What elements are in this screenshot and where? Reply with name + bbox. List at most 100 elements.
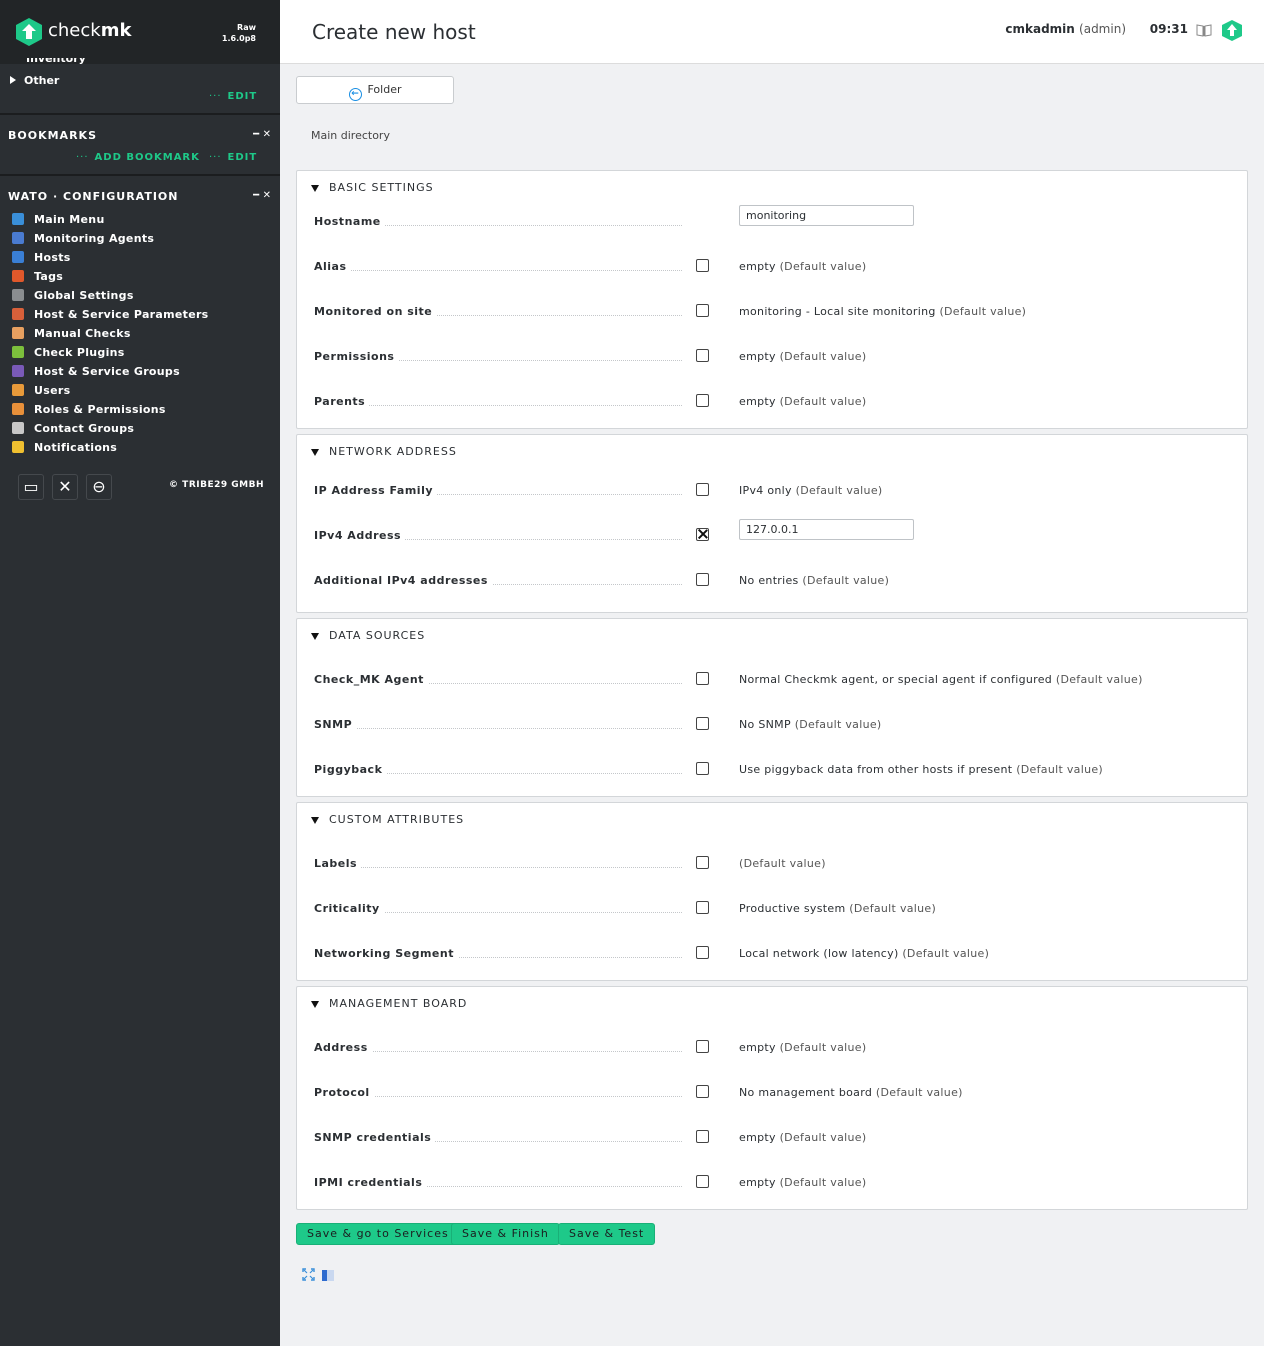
custom-attribute-checkbox[interactable] — [696, 856, 709, 869]
folder-button[interactable]: ← Folder — [296, 76, 454, 104]
wato-item[interactable]: Hosts — [12, 251, 71, 270]
roles-icon — [12, 403, 24, 415]
save-test-button[interactable]: Save & Test — [558, 1223, 656, 1245]
field-value: empty (Default value) — [739, 395, 867, 408]
wato-item[interactable]: Host & Service Groups — [12, 365, 180, 384]
edition-badge: Raw 1.6.0p8 — [222, 22, 256, 44]
datasource-checkbox[interactable] — [696, 672, 709, 685]
custom-attribute-checkbox[interactable] — [696, 946, 709, 959]
wato-item[interactable]: Contact Groups — [12, 422, 134, 441]
management-checkbox[interactable] — [696, 1130, 709, 1143]
form-row: SNMP No SNMP (Default value) — [297, 717, 1247, 763]
wato-item[interactable]: Tags — [12, 270, 63, 289]
wato-item-label: Monitoring Agents — [34, 232, 155, 245]
attribute-checkbox[interactable] — [696, 349, 709, 362]
groups-icon — [12, 365, 24, 377]
wato-item-label: Manual Checks — [34, 327, 131, 340]
copyright[interactable]: © TRIBE29 GMBH — [169, 480, 264, 490]
minimize-icon[interactable]: ━ — [253, 190, 259, 201]
tree-edit-link[interactable]: ··· EDIT — [209, 91, 257, 102]
add-bookmark-link[interactable]: ··· ADD BOOKMARK — [76, 152, 200, 163]
wato-item[interactable]: Monitoring Agents — [12, 232, 154, 251]
section-header[interactable]: MANAGEMENT BOARD — [311, 997, 467, 1010]
collapse-triangle-icon — [311, 185, 319, 192]
section-data-sources: DATA SOURCES Check_MK Agent Normal Checkm… — [296, 618, 1248, 797]
form-row: Criticality Productive system (Default va… — [297, 901, 1247, 947]
section-custom-attributes: CUSTOM ATTRIBUTES Labels (Default value)… — [296, 802, 1248, 981]
datasource-checkbox[interactable] — [696, 717, 709, 730]
bookmarks-title[interactable]: BOOKMARKS — [8, 129, 97, 142]
management-checkbox[interactable] — [696, 1175, 709, 1188]
page-header: Create new host cmkadmin (admin) 09:31 — [280, 0, 1264, 64]
contact-groups-icon — [12, 422, 24, 434]
wato-item[interactable]: Check Plugins — [12, 346, 125, 365]
tools-icon[interactable]: ✕ — [52, 474, 78, 500]
wato-item-label: Hosts — [34, 251, 71, 264]
book-icon[interactable] — [1196, 23, 1212, 37]
minimize-icon[interactable]: ━ — [253, 129, 259, 140]
breadcrumb[interactable]: Main directory — [311, 129, 390, 142]
save-finish-button[interactable]: Save & Finish — [451, 1223, 560, 1245]
tree-item-other[interactable]: Other — [10, 74, 59, 87]
close-icon[interactable]: ✕ — [263, 129, 271, 140]
custom-attribute-checkbox[interactable] — [696, 901, 709, 914]
user-info[interactable]: cmkadmin (admin) — [1005, 22, 1126, 36]
section-header[interactable]: BASIC SETTINGS — [311, 181, 434, 194]
management-checkbox[interactable] — [696, 1040, 709, 1053]
field-value: Normal Checkmk agent, or special agent i… — [739, 673, 1143, 686]
wato-item[interactable]: Manual Checks — [12, 327, 131, 346]
snapin-divider — [0, 113, 280, 115]
checkmk-logo-icon[interactable] — [16, 18, 42, 46]
section-header[interactable]: NETWORK ADDRESS — [311, 445, 457, 458]
bookmarks-edit-link[interactable]: ··· EDIT — [209, 152, 257, 163]
fullscreen-icon[interactable] — [302, 1268, 315, 1281]
field-label: IP Address Family — [314, 484, 438, 497]
wato-title[interactable]: WATO · CONFIGURATION — [8, 190, 178, 203]
field-label: Labels — [314, 857, 362, 870]
sidebar-toggle-icon[interactable] — [322, 1270, 334, 1281]
attribute-checkbox[interactable] — [696, 394, 709, 407]
bookmarks-controls: ━ ✕ — [253, 129, 271, 140]
attribute-checkbox[interactable] — [696, 259, 709, 272]
dotted-leader — [314, 728, 682, 729]
section-network-address: NETWORK ADDRESS IP Address Family IPv4 o… — [296, 434, 1248, 613]
add-snapin-icon[interactable]: ▭ — [18, 474, 44, 500]
wato-item[interactable]: Main Menu — [12, 213, 105, 232]
field-label: IPMI credentials — [314, 1176, 427, 1189]
form-row: Alias empty (Default value) — [297, 259, 1247, 305]
form-row: Monitored on site monitoring - Local site… — [297, 304, 1247, 350]
form-row-hostname: Hostname monitoring — [297, 205, 1247, 260]
field-value: empty (Default value) — [739, 350, 867, 363]
field-label: Address — [314, 1041, 372, 1054]
dots-icon: ··· — [209, 91, 222, 102]
hostname-input[interactable]: monitoring — [739, 205, 914, 226]
logout-icon[interactable]: ⊖ — [86, 474, 112, 500]
wato-item-label: Notifications — [34, 441, 118, 454]
section-header[interactable]: DATA SOURCES — [311, 629, 425, 642]
ipv4-input[interactable]: 127.0.0.1 — [739, 519, 914, 540]
field-value: Productive system (Default value) — [739, 902, 937, 915]
ip-family-checkbox[interactable] — [696, 483, 709, 496]
field-label: Networking Segment — [314, 947, 458, 960]
wato-item[interactable]: Host & Service Parameters — [12, 308, 209, 327]
wato-item[interactable]: Roles & Permissions — [12, 403, 166, 422]
form-row: Check_MK Agent Normal Checkmk agent, or s… — [297, 672, 1247, 718]
wato-item[interactable]: Users — [12, 384, 70, 403]
checkmk-status-icon[interactable] — [1222, 20, 1242, 41]
tree-item-inventory[interactable]: Inventory — [26, 58, 86, 66]
management-checkbox[interactable] — [696, 1085, 709, 1098]
wato-item[interactable]: Notifications — [12, 441, 117, 460]
save-go-to-services-button[interactable]: Save & go to Services — [296, 1223, 460, 1245]
close-icon[interactable]: ✕ — [263, 190, 271, 201]
wato-item[interactable]: Global Settings — [12, 289, 134, 308]
form-row: SNMP credentials empty (Default value) — [297, 1130, 1247, 1176]
wato-item-label: Contact Groups — [34, 422, 135, 435]
datasource-checkbox[interactable] — [696, 762, 709, 775]
wato-item-label: Check Plugins — [34, 346, 125, 359]
edition-label: Raw — [237, 23, 256, 32]
attribute-checkbox[interactable] — [696, 304, 709, 317]
field-label: Hostname — [314, 215, 385, 228]
section-header[interactable]: CUSTOM ATTRIBUTES — [311, 813, 464, 826]
additional-ipv4-checkbox[interactable] — [696, 573, 709, 586]
ipv4-checkbox[interactable] — [696, 528, 709, 541]
